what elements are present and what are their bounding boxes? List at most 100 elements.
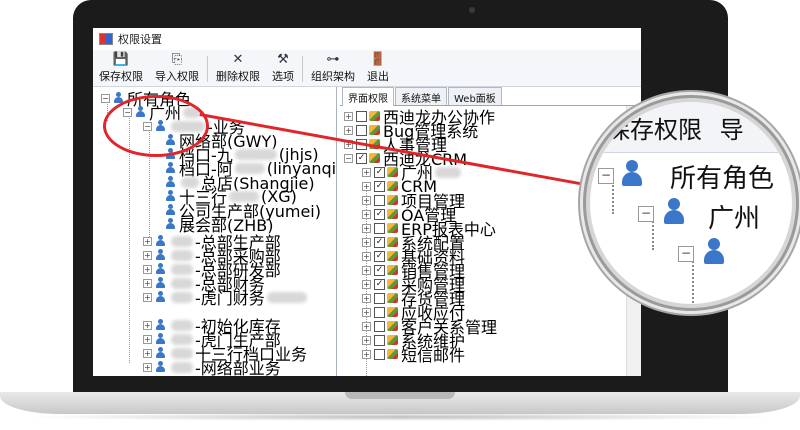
checkbox-checked[interactable]: ✓ [374,250,385,262]
expand-icon[interactable]: + [362,293,371,303]
expand-icon[interactable]: + [362,265,371,275]
laptop-shadow [20,413,780,421]
checkbox-checked[interactable]: ✓ [374,180,385,192]
module-icon [369,125,380,135]
checkbox[interactable] [356,110,367,122]
checkbox-checked[interactable]: ✓ [374,208,385,220]
expand-icon[interactable]: + [143,250,152,260]
user-icon [155,277,166,289]
redacted-text [171,319,193,331]
delete-permissions-button[interactable]: ✕ 删除权限 [210,52,266,86]
tab-system-menu[interactable]: 系统菜单 [395,87,447,105]
module-icon [387,237,398,247]
expand-icon[interactable]: + [362,335,371,345]
floppy-disk-icon: 💾 [112,52,130,67]
collapse-icon: − [678,246,694,262]
user-icon [165,176,176,188]
module-icon [387,181,398,191]
expand-icon[interactable]: + [362,279,371,289]
module-icon [369,153,380,163]
expand-icon[interactable]: + [362,349,371,359]
checkbox[interactable] [374,334,385,346]
collapse-icon: − [638,206,654,222]
checkbox-checked[interactable]: ✓ [374,264,385,276]
redacted-text [171,333,193,345]
magnified-save-label: 保存权限 [606,116,702,144]
module-icon [387,209,398,219]
checkbox[interactable] [356,124,367,136]
checkbox-checked[interactable]: ✓ [374,236,385,248]
checkbox[interactable] [374,306,385,318]
module-icon [387,195,398,205]
expand-icon[interactable]: + [344,125,353,135]
org-structure-button[interactable]: ⊶ 组织架构 [305,52,361,86]
expand-icon[interactable]: + [143,264,152,274]
expand-icon[interactable]: + [143,334,152,344]
expand-icon[interactable]: + [362,181,371,191]
expand-icon[interactable]: + [143,362,152,372]
checkbox-checked[interactable]: ✓ [356,152,367,164]
import-permissions-button[interactable]: ⎘ 导入权限 [149,52,205,86]
app-window: 权限设置 💾 保存权限 ⎘ 导入权限 ✕ 删除权限 ⚒ 选项 ⊶ 组织架构 🚪 … [93,28,641,376]
expand-icon[interactable]: + [362,167,371,177]
user-icon [155,235,166,247]
expand-icon[interactable]: + [362,307,371,317]
checkbox[interactable] [374,194,385,206]
expand-icon[interactable]: + [362,195,371,205]
tools-icon: ⚒ [277,52,289,67]
tree-node-group[interactable]: + -虎门财务 [143,289,309,308]
title-bar: 权限设置 [93,28,641,50]
expand-icon[interactable]: + [362,321,371,331]
collapse-icon[interactable]: − [101,93,110,103]
checkbox-checked[interactable]: ✓ [374,278,385,290]
expand-icon[interactable]: + [143,292,152,302]
redacted-text [171,347,193,359]
tab-web-panel[interactable]: Web面板 [448,87,502,105]
expand-icon[interactable]: + [362,209,371,219]
exit-button[interactable]: 🚪 退出 [361,52,395,86]
expand-icon[interactable]: + [143,236,152,246]
checkbox[interactable] [374,292,385,304]
toolbar-separator [207,56,208,82]
redacted-text [171,235,193,247]
user-icon [155,291,166,303]
checkbox[interactable] [374,222,385,234]
redacted-text [171,361,193,373]
module-icon [387,307,398,317]
magnified-company-label: 广州 [708,204,761,234]
collapse-icon: − [598,168,614,184]
expand-icon[interactable]: + [143,278,152,288]
highlight-circle [103,95,209,157]
module-row[interactable]: + 短信邮件 [362,346,465,365]
app-icon [99,33,113,45]
user-icon [165,162,176,174]
module-icon [387,279,398,289]
exit-door-icon: 🚪 [369,52,387,67]
user-icon [155,333,166,345]
expand-icon[interactable]: + [143,320,152,330]
redacted-text [171,277,193,289]
checkbox[interactable] [374,320,385,332]
checkbox[interactable] [374,348,385,360]
magnified-root-label: 所有角色 [670,164,775,194]
expand-icon[interactable]: + [362,237,371,247]
save-permissions-button[interactable]: 💾 保存权限 [93,52,149,86]
expand-icon[interactable]: + [143,348,152,358]
module-icon [387,293,398,303]
expand-icon[interactable]: + [362,223,371,233]
expand-icon[interactable]: + [344,111,353,121]
tree-node-group[interactable]: + -网络部业务 [143,359,281,376]
user-icon [155,361,166,373]
magnified-toolbar: 保存权限 导 [590,102,792,153]
user-icon [165,204,176,216]
checkbox-checked[interactable]: ✓ [374,166,385,178]
expand-icon[interactable]: + [362,251,371,261]
redacted-text [171,263,193,275]
collapse-icon[interactable]: − [344,153,353,163]
close-icon: ✕ [232,52,244,67]
redacted-text [171,249,193,261]
module-icon [387,223,398,233]
user-icon [165,218,176,230]
module-icon [387,265,398,275]
options-button[interactable]: ⚒ 选项 [266,52,300,86]
